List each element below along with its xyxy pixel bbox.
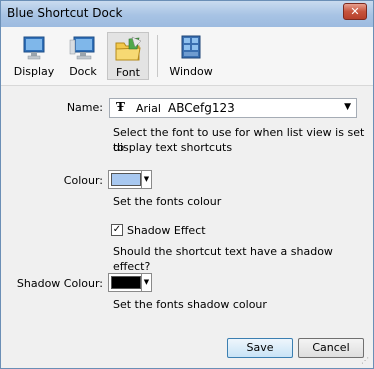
monitor-dock-icon (69, 36, 95, 60)
tab-font-label: Font (116, 66, 140, 79)
colour-description: Set the fonts colour (113, 195, 222, 208)
shadow-colour-swatch (111, 276, 141, 289)
chevron-down-icon[interactable]: ▼ (141, 274, 151, 291)
font-select[interactable]: Ŧ Arial ABCefg123 ▼ (109, 98, 357, 118)
window-title: Blue Shortcut Dock (7, 6, 123, 20)
chevron-down-icon[interactable]: ▼ (344, 102, 351, 112)
colour-label: Colour: (63, 174, 103, 187)
shadow-effect-description: Should the shortcut text have a shadow e… (113, 245, 333, 273)
chevron-down-icon[interactable]: ▼ (141, 171, 151, 188)
tab-window[interactable]: Window (167, 32, 215, 80)
shadow-colour-label: Shadow Colour: (16, 277, 103, 290)
title-bar[interactable]: Blue Shortcut Dock ✕ (1, 1, 373, 27)
name-label: Name: (66, 101, 103, 114)
monitor-icon (23, 36, 45, 60)
font-settings-panel: Name: Ŧ Arial ABCefg123 ▼ Select the fon… (1, 86, 373, 326)
folder-font-icon (115, 36, 142, 61)
tab-font[interactable]: Font (107, 32, 149, 80)
save-button[interactable]: Save (227, 338, 293, 358)
colour-picker[interactable]: ▼ (108, 170, 152, 189)
tab-dock[interactable]: Dock (63, 32, 103, 80)
toolbar-separator (157, 35, 158, 77)
colour-swatch (111, 173, 141, 186)
cancel-button[interactable]: Cancel (298, 338, 364, 358)
toolbar: Display Dock Font Window (1, 27, 373, 86)
font-sample: ABCefg123 (168, 101, 235, 115)
tab-window-label: Window (169, 65, 213, 78)
truetype-font-icon: Ŧ (116, 100, 125, 114)
tab-display[interactable]: Display (13, 32, 55, 80)
shadow-effect-checkbox[interactable]: ✓ (111, 224, 123, 236)
shadow-effect-label[interactable]: Shadow Effect (127, 223, 206, 238)
name-description-line-2: display text shortcuts (113, 141, 233, 154)
shadow-colour-picker[interactable]: ▼ (108, 273, 152, 292)
shadow-colour-description: Set the fonts shadow colour (113, 298, 267, 311)
settings-window: Blue Shortcut Dock ✕ Display Dock Font W… (0, 0, 374, 369)
close-button[interactable]: ✕ (343, 3, 367, 20)
window-grid-icon (181, 35, 201, 59)
tab-display-label: Display (13, 65, 55, 78)
font-name: Arial (136, 102, 161, 115)
resize-grip-icon[interactable]: ⋰ (361, 356, 371, 366)
tab-dock-label: Dock (69, 65, 97, 78)
